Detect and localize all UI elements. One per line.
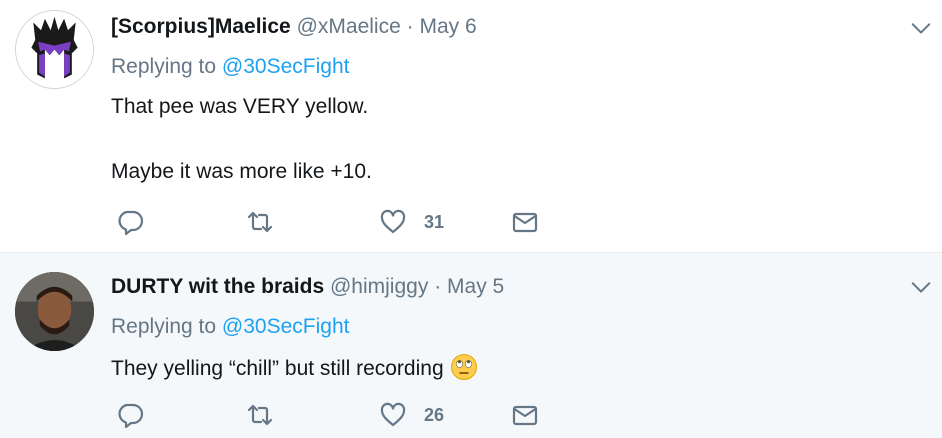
timestamp[interactable]: May 5 xyxy=(447,275,504,298)
username[interactable]: @himjiggy xyxy=(330,275,428,298)
like-count: 26 xyxy=(424,404,445,425)
tweet-content: [Scorpius]Maelice @xMaelice · May 6 Repl… xyxy=(111,14,902,186)
tweet-header: DURTY wit the braids @himjiggy · May 5 xyxy=(111,274,902,300)
tweet-text-line: Maybe it was more like +10. xyxy=(111,160,372,183)
replying-to-handle[interactable]: @30SecFight xyxy=(222,315,350,338)
username[interactable]: @xMaelice xyxy=(297,15,401,38)
separator-dot: · xyxy=(434,275,442,298)
direct-message-button[interactable] xyxy=(511,400,539,430)
direct-message-button[interactable] xyxy=(511,207,539,237)
replying-to-label: Replying to xyxy=(111,315,217,338)
tweet-text: That pee was VERY yellow. Maybe it was m… xyxy=(111,93,902,186)
retweet-icon xyxy=(247,404,273,426)
tweet-text-line: That pee was VERY yellow. xyxy=(111,95,369,118)
timestamp[interactable]: May 6 xyxy=(419,15,476,38)
heart-icon xyxy=(380,402,406,427)
reply-icon xyxy=(118,403,144,429)
tweet-text: They yelling “chill” but still recording xyxy=(111,353,902,383)
like-count: 31 xyxy=(424,211,445,232)
replying-to-label: Replying to xyxy=(111,55,217,78)
retweet-icon xyxy=(247,211,273,233)
avatar[interactable] xyxy=(15,272,94,351)
tweet-header: [Scorpius]Maelice @xMaelice · May 6 xyxy=(111,14,902,40)
fullname[interactable]: DURTY wit the braids xyxy=(111,275,324,298)
avatar[interactable] xyxy=(15,10,94,89)
purple-helmet-icon xyxy=(16,11,93,88)
like-button[interactable]: 31 xyxy=(379,207,444,237)
reply-icon xyxy=(118,210,144,236)
like-button[interactable]: 26 xyxy=(379,400,444,430)
tweet[interactable]: [Scorpius]Maelice @xMaelice · May 6 Repl… xyxy=(0,0,942,253)
replying-to: Replying to @30SecFight xyxy=(111,314,902,340)
reply-button[interactable] xyxy=(116,207,144,237)
chevron-down-icon[interactable] xyxy=(910,276,932,298)
retweet-button[interactable] xyxy=(246,400,274,430)
replying-to-handle[interactable]: @30SecFight xyxy=(222,55,350,78)
reply-button[interactable] xyxy=(116,400,144,430)
tweet-content: DURTY wit the braids @himjiggy · May 5 R… xyxy=(111,274,902,383)
envelope-icon xyxy=(512,405,538,426)
replying-to: Replying to @30SecFight xyxy=(111,54,902,80)
tweet-text-line: They yelling “chill” but still recording xyxy=(111,353,902,383)
chevron-down-icon[interactable] xyxy=(910,17,932,39)
man-photo-icon xyxy=(15,272,94,351)
envelope-icon xyxy=(512,212,538,233)
heart-icon xyxy=(380,209,406,234)
tweet-text-content: They yelling “chill” but still recording xyxy=(111,357,444,380)
face-with-rolling-eyes-icon xyxy=(450,353,478,381)
separator-dot: · xyxy=(406,15,414,38)
fullname[interactable]: [Scorpius]Maelice xyxy=(111,15,291,38)
tweet[interactable]: DURTY wit the braids @himjiggy · May 5 R… xyxy=(0,253,942,438)
retweet-button[interactable] xyxy=(246,207,274,237)
